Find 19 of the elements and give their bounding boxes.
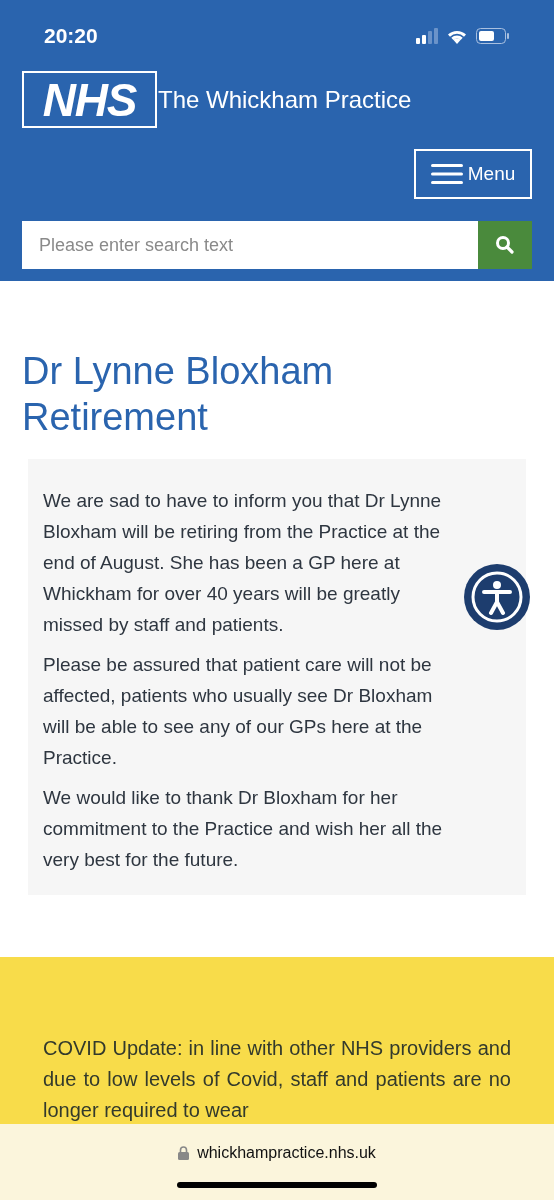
- covid-notice: COVID Update: in line with other NHS providers and due to low levels of Covid, staff and patients are no longer required to wear: [43, 1036, 511, 1123]
- menu-icon: [430, 164, 463, 184]
- article-paragraph: Please be assured that patient care will not be affected, patients who usually see Dr Bloxham will be able to see any of our GPs here at the Practice.: [43, 653, 434, 770]
- lock-icon: [178, 1146, 190, 1160]
- signal-icon: [416, 28, 438, 44]
- accessibility-icon: [470, 570, 524, 624]
- article-paragraph: We are sad to have to inform you that Dr Lynne Bloxham will be retiring from the Practice at the end of August. She has been a GP here at Whickham for over 40 years will be greatly missed by staff and patients.: [43, 489, 443, 637]
- site-name[interactable]: The Whickham Practice: [158, 81, 412, 118]
- search-icon: [495, 235, 515, 255]
- wifi-icon: [446, 28, 468, 44]
- url-text[interactable]: whickhampractice.nhs.uk: [197, 1141, 376, 1165]
- article-paragraph: We would like to thank Dr Bloxham for her commitment to the Practice and wish her all the very best for the future.: [43, 786, 444, 872]
- nhs-logo[interactable]: NHS: [22, 71, 157, 128]
- status-time: 20:20: [44, 23, 98, 50]
- menu-button[interactable]: Menu: [414, 149, 532, 199]
- search-button[interactable]: [478, 221, 532, 269]
- search-field[interactable]: Please enter search text: [22, 221, 478, 269]
- battery-icon: [476, 28, 510, 44]
- article-title: Dr Lynne Bloxham Retirement: [22, 349, 335, 440]
